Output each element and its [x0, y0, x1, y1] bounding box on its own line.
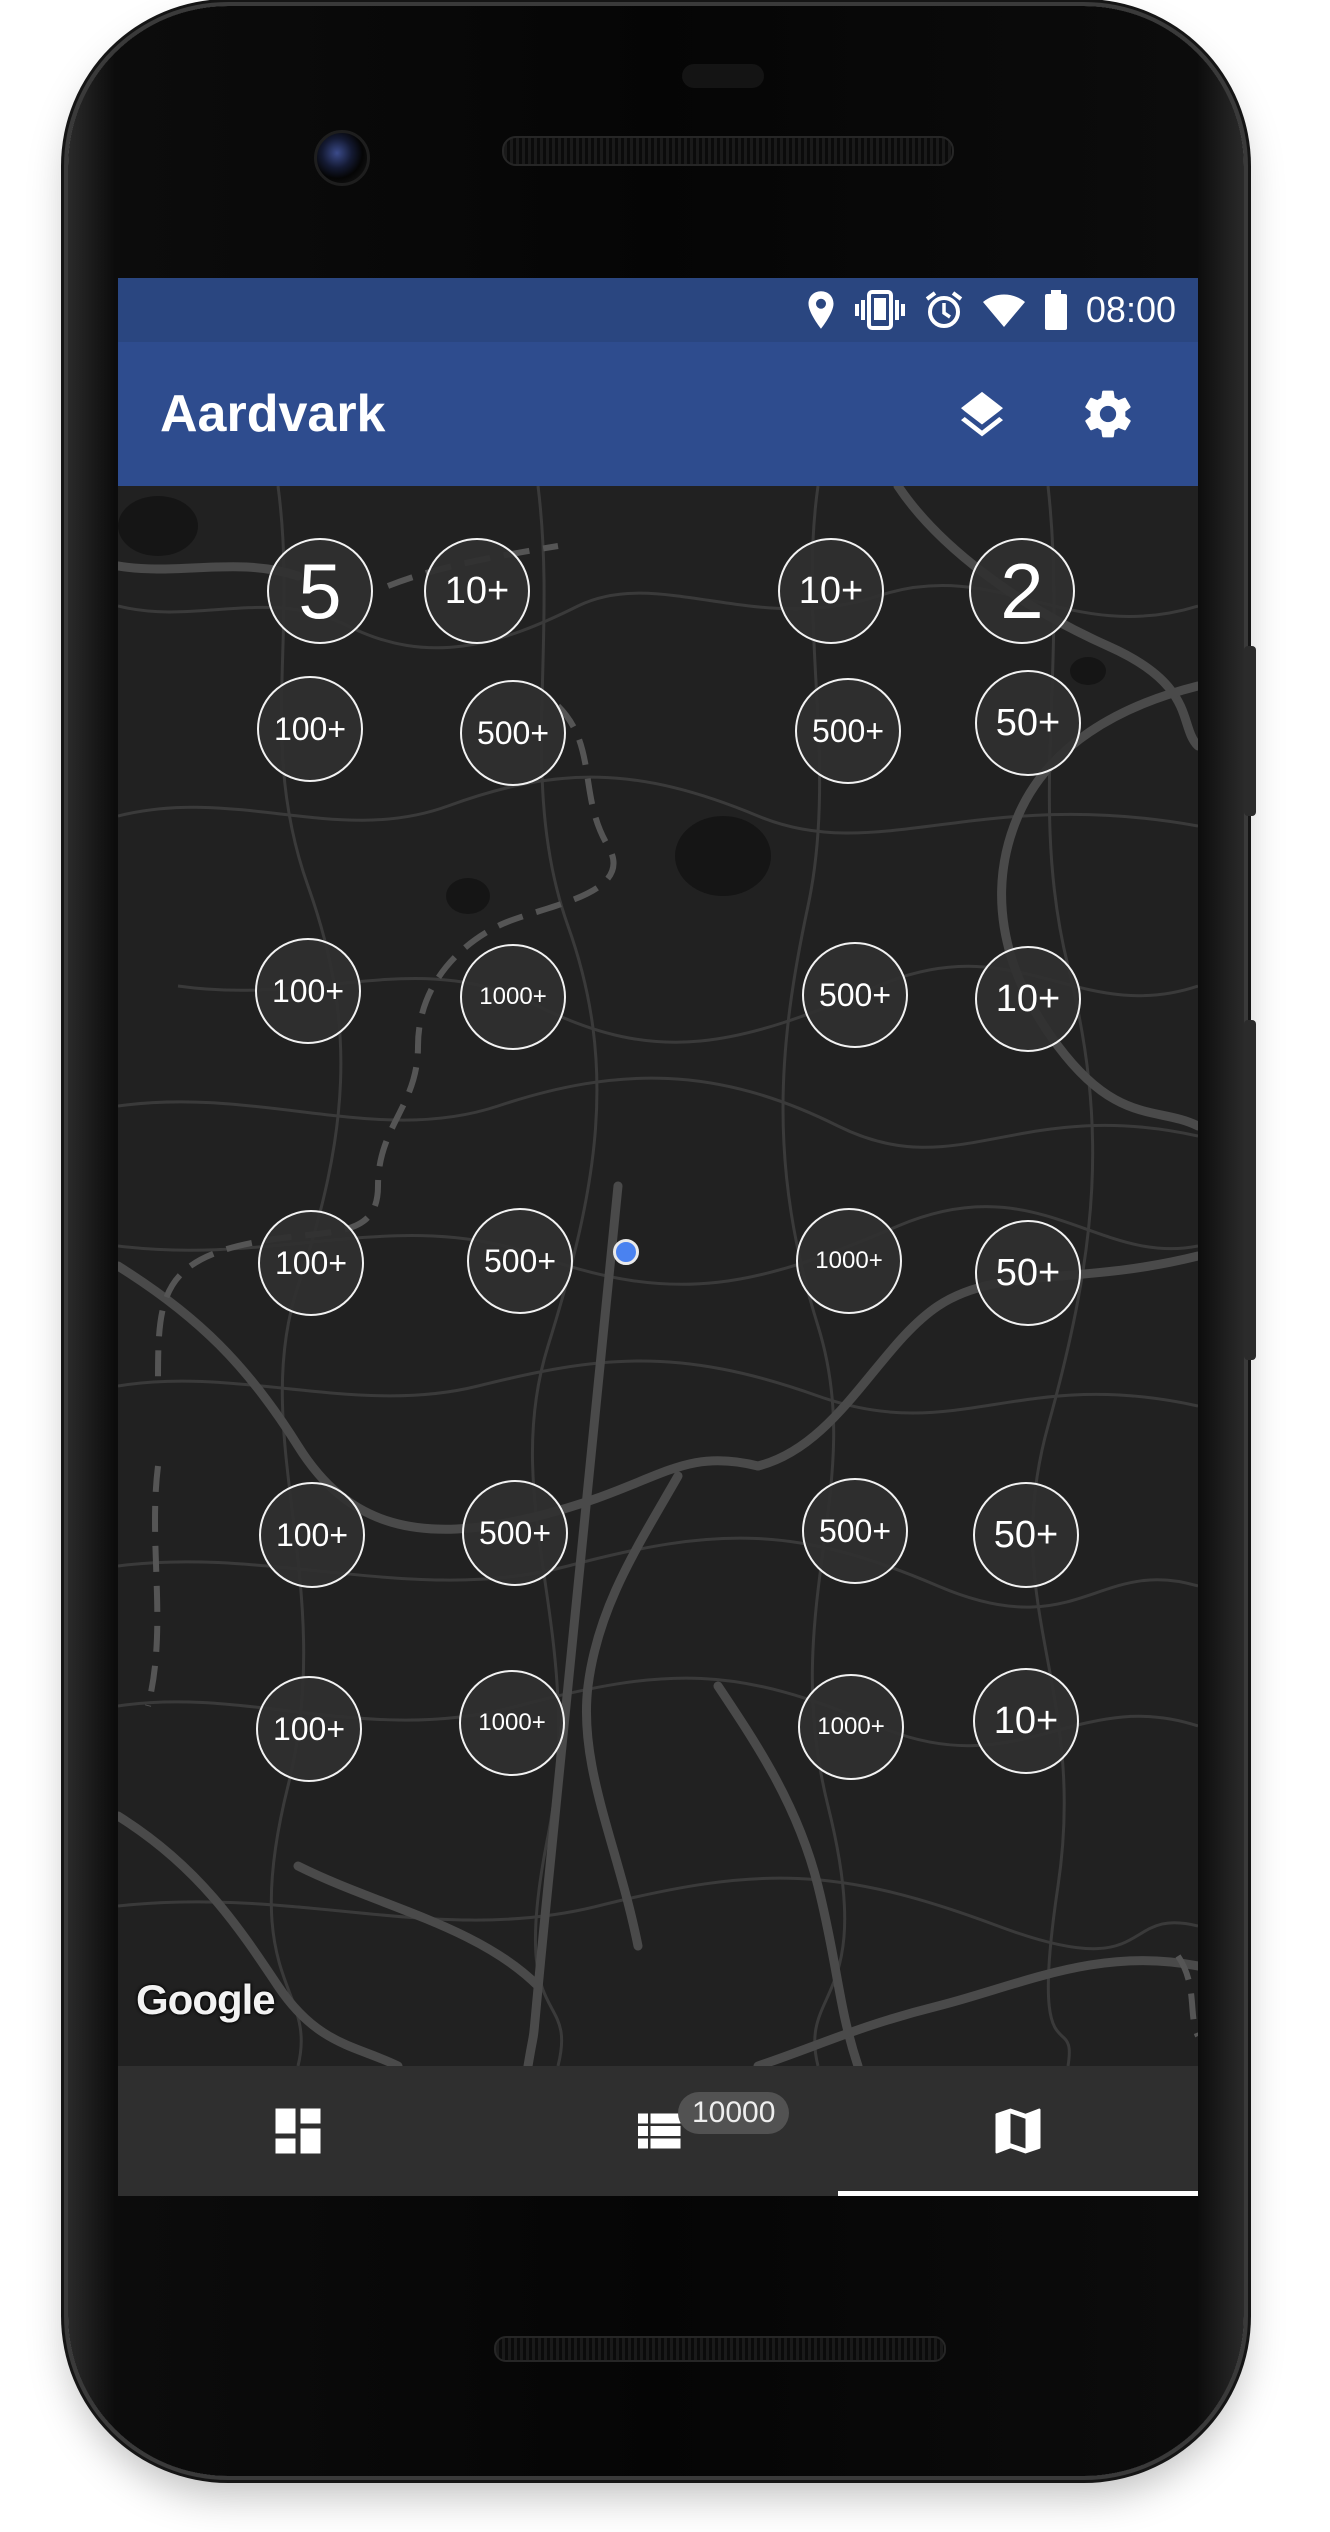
status-time: 08:00 — [1085, 289, 1176, 330]
map-cluster[interactable]: 10+ — [975, 946, 1081, 1052]
map-icon — [995, 2108, 1041, 2154]
front-camera — [314, 130, 370, 186]
dashboard-icon — [275, 2108, 321, 2154]
map-view[interactable]: 5 10+ 10+ 2 100+ 500+ 500+ 50+ 100+ 1000… — [118, 486, 1198, 2066]
app-title: Aardvark — [160, 385, 386, 443]
map-cluster[interactable]: 1000+ — [460, 944, 566, 1050]
volume-button — [1244, 1020, 1256, 1360]
settings-button[interactable] — [1060, 366, 1156, 462]
map-cluster[interactable]: 500+ — [802, 1478, 908, 1584]
nav-map[interactable] — [838, 2066, 1198, 2196]
status-bar: 08:00 — [118, 278, 1198, 342]
map-cluster[interactable]: 10+ — [778, 538, 884, 644]
app-bar: Aardvark — [118, 342, 1198, 486]
map-cluster[interactable]: 100+ — [255, 938, 361, 1044]
wifi-icon — [982, 292, 1026, 328]
map-cluster[interactable]: 1000+ — [796, 1208, 902, 1314]
map-cluster[interactable]: 50+ — [975, 1220, 1081, 1326]
map-cluster[interactable]: 1000+ — [459, 1670, 565, 1776]
bottom-navigation: 10000 — [118, 2066, 1198, 2196]
map-cluster[interactable]: 500+ — [795, 678, 901, 784]
map-cluster[interactable]: 500+ — [467, 1208, 573, 1314]
map-cluster[interactable]: 500+ — [802, 942, 908, 1048]
map-cluster[interactable]: 1000+ — [798, 1674, 904, 1780]
map-cluster[interactable]: 50+ — [975, 670, 1081, 776]
nav-list[interactable]: 10000 — [478, 2066, 838, 2196]
map-cluster[interactable]: 100+ — [257, 676, 363, 782]
map-cluster[interactable]: 100+ — [259, 1482, 365, 1588]
map-cluster[interactable]: 50+ — [973, 1482, 1079, 1588]
proximity-sensor — [682, 64, 764, 88]
list-count-badge: 10000 — [678, 2092, 790, 2134]
location-icon — [806, 290, 836, 330]
layers-icon — [961, 391, 1003, 437]
earpiece-speaker — [502, 136, 954, 166]
layers-button[interactable] — [934, 366, 1030, 462]
bottom-speaker — [494, 2336, 946, 2362]
map-cluster[interactable]: 10+ — [424, 538, 530, 644]
google-attribution: Google — [136, 1976, 276, 2023]
map-cluster[interactable]: 500+ — [462, 1480, 568, 1586]
map-cluster[interactable]: 2 — [969, 538, 1075, 644]
vibrate-icon — [854, 290, 906, 330]
map-cluster[interactable]: 100+ — [258, 1210, 364, 1316]
nav-dashboard[interactable] — [118, 2066, 478, 2196]
map-cluster[interactable]: 100+ — [256, 1676, 362, 1782]
map-cluster[interactable]: 5 — [267, 538, 373, 644]
map-cluster[interactable]: 500+ — [460, 680, 566, 786]
alarm-icon — [924, 290, 964, 330]
map-cluster[interactable]: 10+ — [973, 1668, 1079, 1774]
power-button — [1244, 646, 1256, 816]
current-location-dot — [613, 1239, 639, 1265]
settings-icon — [1085, 390, 1131, 438]
battery-icon — [1044, 290, 1068, 330]
screen: 08:00 Aardvark 5 10+ 10+ 2 100+ 500+ 500… — [118, 278, 1198, 2196]
